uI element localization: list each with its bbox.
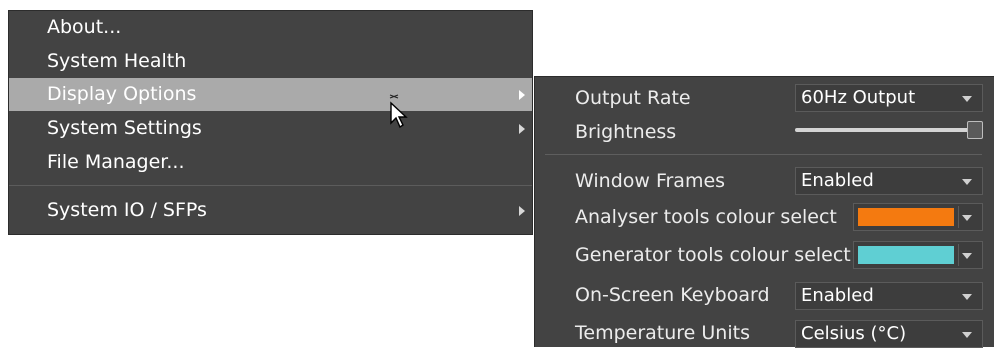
window-frames-value: Enabled (801, 170, 874, 191)
mouse-pointer-icon (389, 94, 408, 129)
output-rate-label: Output Rate (575, 87, 691, 109)
swatch-divider (958, 244, 959, 266)
menu-item-about[interactable]: About... (9, 11, 532, 44)
menu-item-label: System Health (47, 50, 187, 72)
brightness-slider-handle[interactable] (967, 121, 983, 139)
temperature-units-value: Celsius (°C) (801, 323, 907, 344)
main-menu: About... System Health Display Options S… (8, 10, 533, 235)
menu-item-label: File Manager... (47, 151, 185, 173)
generator-colour-label: Generator tools colour select (575, 244, 851, 266)
analyser-colour-label: Analyser tools colour select (575, 206, 837, 228)
temperature-units-dropdown[interactable]: Celsius (°C) (795, 320, 983, 348)
brightness-slider-track (795, 128, 973, 132)
menu-item-label: About... (47, 16, 122, 38)
onscreen-keyboard-value: Enabled (801, 285, 874, 306)
generator-colour-swatch (858, 246, 954, 264)
submenu-arrow-icon (519, 124, 525, 134)
menu-item-system-settings[interactable]: System Settings (9, 112, 532, 145)
menu-item-display-options[interactable]: Display Options (9, 78, 532, 111)
chevron-down-icon (962, 215, 972, 221)
menu-item-label: Display Options (47, 83, 197, 105)
chevron-down-icon (962, 332, 972, 338)
window-frames-dropdown[interactable]: Enabled (795, 167, 983, 195)
onscreen-keyboard-dropdown[interactable]: Enabled (795, 282, 983, 310)
menu-item-label: System Settings (47, 117, 202, 139)
onscreen-keyboard-label: On-Screen Keyboard (575, 284, 770, 306)
menu-item-system-io-sfps[interactable]: System IO / SFPs (9, 194, 532, 227)
chevron-down-icon (962, 253, 972, 259)
menu-item-file-manager[interactable]: File Manager... (9, 146, 532, 179)
submenu-separator (545, 154, 982, 155)
submenu-arrow-icon (519, 90, 525, 100)
output-rate-dropdown[interactable]: 60Hz Output (795, 84, 983, 112)
brightness-slider[interactable] (795, 119, 983, 141)
chevron-down-icon (962, 96, 972, 102)
analyser-colour-swatch (858, 208, 954, 226)
generator-colour-picker[interactable] (853, 241, 983, 269)
menu-item-label: System IO / SFPs (47, 199, 207, 221)
window-frames-label: Window Frames (575, 170, 726, 192)
submenu-arrow-icon (519, 206, 525, 216)
menu-item-system-health[interactable]: System Health (9, 45, 532, 78)
output-rate-value: 60Hz Output (801, 87, 916, 108)
analyser-colour-picker[interactable] (853, 203, 983, 231)
chevron-down-icon (962, 294, 972, 300)
chevron-down-icon (962, 179, 972, 185)
brightness-label: Brightness (575, 121, 677, 143)
swatch-divider (958, 206, 959, 228)
temperature-units-label: Temperature Units (575, 322, 750, 344)
menu-separator (9, 185, 532, 186)
